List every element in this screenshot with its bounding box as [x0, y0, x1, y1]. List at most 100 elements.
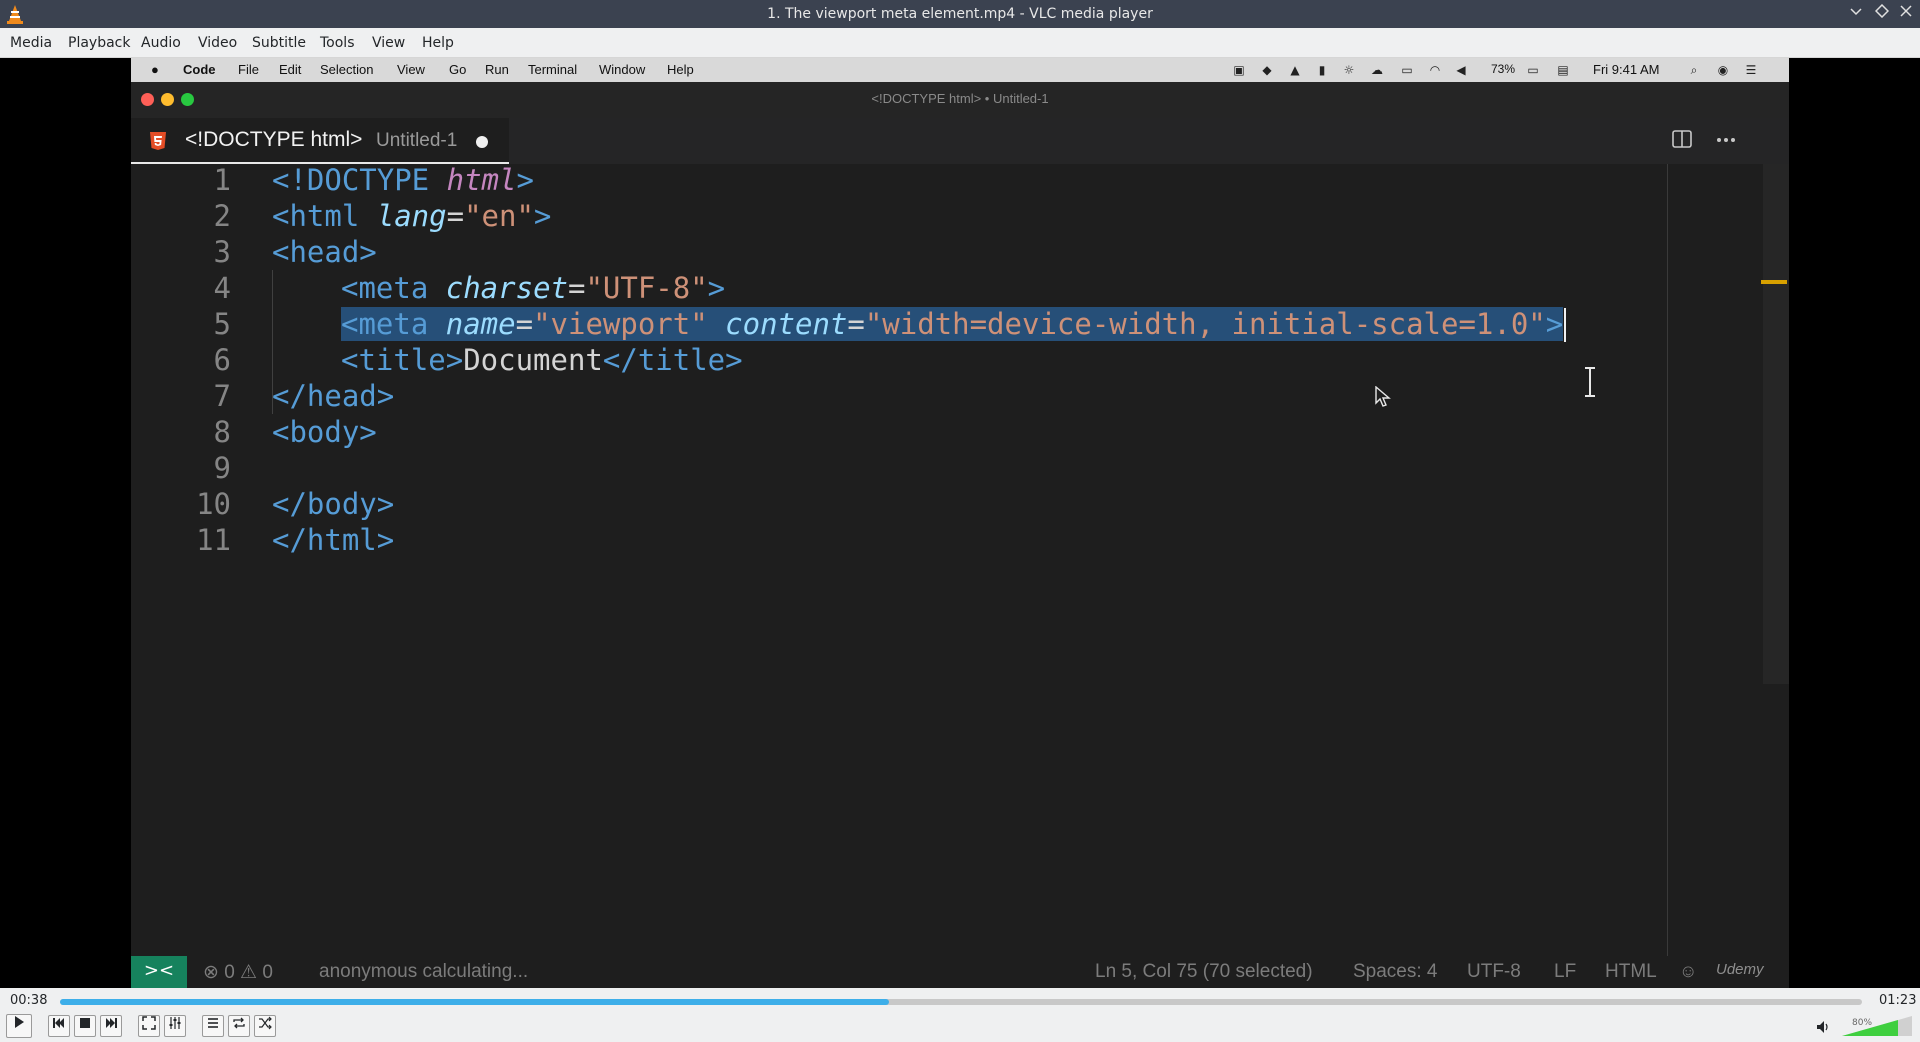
seek-progress: [60, 999, 889, 1005]
playlist-button[interactable]: [202, 1015, 224, 1037]
mac-menu-file: File: [238, 62, 259, 77]
line-number: 11: [196, 523, 231, 557]
code-line-6[interactable]: <title>Document</title>: [341, 343, 743, 377]
seek-slider[interactable]: [60, 999, 1862, 1005]
stop-button[interactable]: [74, 1015, 96, 1037]
spotlight-search-icon: ⌕: [1690, 63, 1698, 77]
mac-app-name: Code: [183, 62, 216, 77]
previous-button[interactable]: [48, 1015, 70, 1037]
play-button[interactable]: [6, 1014, 32, 1038]
previous-icon: [53, 1018, 64, 1028]
siri-icon: ◉: [1717, 63, 1729, 77]
battery-icon: ▭: [1527, 63, 1539, 77]
shuffle-button[interactable]: [254, 1015, 276, 1037]
code-line-10[interactable]: </body>: [272, 487, 394, 521]
loop-icon: [233, 1017, 245, 1029]
menu-tools[interactable]: Tools: [320, 35, 355, 51]
layout-icon: ▮: [1318, 63, 1326, 77]
volume-percent: 80%: [1852, 1018, 1873, 1028]
mac-menu-window: Window: [599, 62, 646, 77]
code-line-4[interactable]: <meta charset="UTF-8">: [341, 271, 725, 305]
menu-audio[interactable]: Audio: [141, 35, 181, 51]
feedback-icon: ☺: [1679, 961, 1698, 981]
minimize-button[interactable]: [1846, 4, 1866, 24]
apple-icon: ●: [151, 62, 159, 77]
line-number: 3: [213, 235, 231, 269]
code-line-5-selected[interactable]: <meta name="viewport" content="width=dev…: [341, 307, 1564, 341]
mac-menu-edit: Edit: [279, 62, 302, 77]
editor-ruler: [1667, 164, 1668, 956]
minimap-selection-marker: [1761, 280, 1787, 284]
line-number: 2: [213, 199, 231, 233]
menu-help[interactable]: Help: [422, 35, 454, 51]
code-line-8[interactable]: <body>: [272, 415, 377, 449]
loop-button[interactable]: [228, 1015, 250, 1037]
cursor-position: Ln 5, Col 75 (70 selected): [1095, 961, 1313, 982]
encoding-status: UTF-8: [1467, 961, 1521, 982]
account-status: anonymous calculating...: [319, 961, 529, 982]
code-line-2[interactable]: <html lang="en">: [272, 199, 551, 233]
video-area[interactable]: ● Code File Edit Selection View Go Run T…: [0, 58, 1920, 988]
html5-file-icon: [150, 132, 166, 150]
line-number: 5: [213, 307, 231, 341]
menu-subtitle[interactable]: Subtitle: [252, 35, 306, 51]
vscode-status-bar: >< ⊗ 0 ⚠ 0 anonymous calculating... Ln 5…: [131, 956, 1789, 988]
line-number: 9: [213, 451, 231, 485]
window-title-bar: 1. The viewport meta element.mp4 - VLC m…: [0, 0, 1920, 28]
line-number: 1: [213, 163, 231, 197]
line-number: 6: [213, 343, 231, 377]
window-title: 1. The viewport meta element.mp4 - VLC m…: [767, 6, 1153, 22]
eol-status: LF: [1554, 961, 1577, 982]
remote-indicator-icon: ><: [131, 956, 187, 988]
diamond-icon: [1874, 3, 1890, 19]
chevron-down-icon: [1850, 8, 1862, 16]
tab-filename: Untitled-1: [376, 130, 458, 151]
mac-clock: Fri 9:41 AM: [1593, 62, 1660, 77]
next-button[interactable]: [100, 1015, 122, 1037]
menu-playback[interactable]: Playback: [68, 35, 130, 51]
mac-menu-selection: Selection: [320, 62, 374, 77]
ibeam-cursor-icon: [1585, 367, 1595, 397]
code-line-11[interactable]: </html>: [272, 523, 394, 557]
mac-menu-help: Help: [667, 62, 694, 77]
minimap-scrollbar[interactable]: [1763, 164, 1789, 684]
language-mode: HTML: [1605, 961, 1657, 982]
unsaved-dot-icon[interactable]: [476, 136, 488, 148]
fullscreen-button[interactable]: [138, 1015, 160, 1037]
airplay-icon: ▭: [1401, 63, 1413, 77]
vscode-title-bar: <!DOCTYPE html> • Untitled-1: [131, 82, 1789, 118]
mac-menu-bar: ● Code File Edit Selection View Go Run T…: [131, 58, 1789, 82]
split-editor-icon: [1669, 128, 1695, 154]
vlc-menu-bar: Media Playback Audio Video Subtitle Tool…: [0, 28, 1920, 58]
menu-video[interactable]: Video: [198, 35, 237, 51]
mac-menu-view: View: [397, 62, 425, 77]
line-number: 8: [213, 415, 231, 449]
equalizer-icon: [169, 1017, 181, 1029]
mac-menu-run: Run: [485, 62, 509, 77]
editor-tab-bar: <!DOCTYPE html> Untitled-1: [131, 118, 1789, 164]
brightness-icon: ☼: [1343, 63, 1355, 77]
screen-record-icon: ▣: [1233, 63, 1245, 77]
wifi-icon: ◠: [1429, 63, 1441, 77]
line-number: 10: [196, 487, 231, 521]
notification-icon: ▲: [1290, 63, 1300, 77]
playback-controls: 00:38 01:23 80%: [0, 988, 1920, 1042]
close-button[interactable]: [1896, 4, 1916, 24]
menu-media[interactable]: Media: [10, 35, 52, 51]
code-line-1[interactable]: <!DOCTYPE html>: [272, 163, 534, 197]
speaker-icon[interactable]: [1816, 1020, 1832, 1034]
maximize-button[interactable]: [1872, 3, 1892, 24]
mac-menu-terminal: Terminal: [528, 62, 578, 77]
mac-menu-go: Go: [449, 62, 467, 77]
shuffle-icon: [259, 1016, 272, 1030]
line-number: 4: [213, 271, 231, 305]
fullscreen-icon: [142, 1016, 156, 1030]
volume-icon: ◀: [1456, 63, 1466, 77]
keyboard-icon: ▤: [1557, 63, 1569, 77]
menu-view[interactable]: View: [372, 35, 405, 51]
code-line-7[interactable]: </head>: [272, 379, 394, 413]
extended-settings-button[interactable]: [164, 1015, 186, 1037]
code-line-3[interactable]: <head>: [272, 235, 377, 269]
total-time: 01:23: [1879, 993, 1917, 1008]
code-editor: 1 2 3 4 5 6 7 8 9 10 11 <!DOCTYPE html> …: [131, 163, 1789, 956]
